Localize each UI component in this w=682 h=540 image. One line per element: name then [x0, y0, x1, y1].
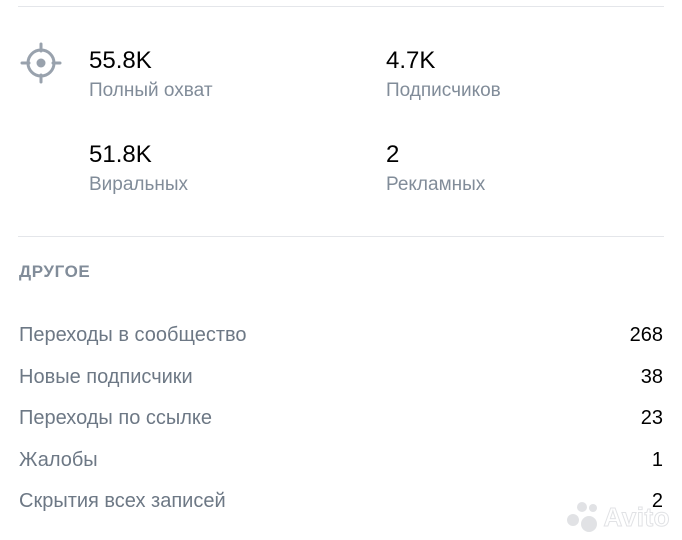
- metric-value: 4.7K: [386, 47, 436, 74]
- top-divider: [18, 6, 664, 7]
- row-label: Новые подписчики: [19, 365, 193, 388]
- metric-total-reach: 55.8K Полный охват: [89, 47, 213, 103]
- metric-label: Виральных: [89, 174, 189, 195]
- row-label: Скрытия всех записей: [19, 490, 226, 513]
- list-item: Новые подписчики 38: [19, 357, 663, 399]
- metric-viral: 51.8K Виральных: [89, 141, 188, 197]
- metric-label: Рекламных: [386, 174, 486, 195]
- row-value: 1: [651, 448, 663, 471]
- metric-ads: 2 Рекламных: [386, 141, 485, 197]
- post-statistics-panel: 55.8K Полный охват 4.7K Подписчиков 51.8…: [0, 0, 682, 540]
- metric-value: 55.8K: [89, 47, 152, 74]
- metric-subscribers: 4.7K Подписчиков: [386, 47, 501, 103]
- other-stats-list: Переходы в сообщество 268 Новые подписчи…: [19, 315, 663, 523]
- metric-label: Полный охват: [89, 80, 213, 101]
- row-value: 23: [640, 407, 663, 430]
- row-label: Переходы в сообщество: [19, 324, 247, 347]
- watermark: Avito: [565, 500, 670, 534]
- section-divider: [18, 236, 664, 237]
- avito-logo-icon: [565, 500, 599, 534]
- list-item: Переходы по ссылке 23: [19, 398, 663, 440]
- watermark-text: Avito: [603, 501, 670, 532]
- metric-value: 51.8K: [89, 141, 152, 168]
- row-value: 38: [640, 365, 663, 388]
- metric-value: 2: [386, 141, 400, 168]
- section-title-other: ДРУГОЕ: [19, 262, 91, 281]
- row-value: 268: [629, 324, 663, 347]
- list-item: Жалобы 1: [19, 440, 663, 482]
- row-label: Переходы по ссылке: [19, 407, 213, 430]
- row-label: Жалобы: [19, 448, 98, 471]
- metric-label: Подписчиков: [386, 80, 501, 101]
- target-icon: [20, 42, 62, 84]
- list-item: Переходы в сообщество 268: [19, 315, 663, 357]
